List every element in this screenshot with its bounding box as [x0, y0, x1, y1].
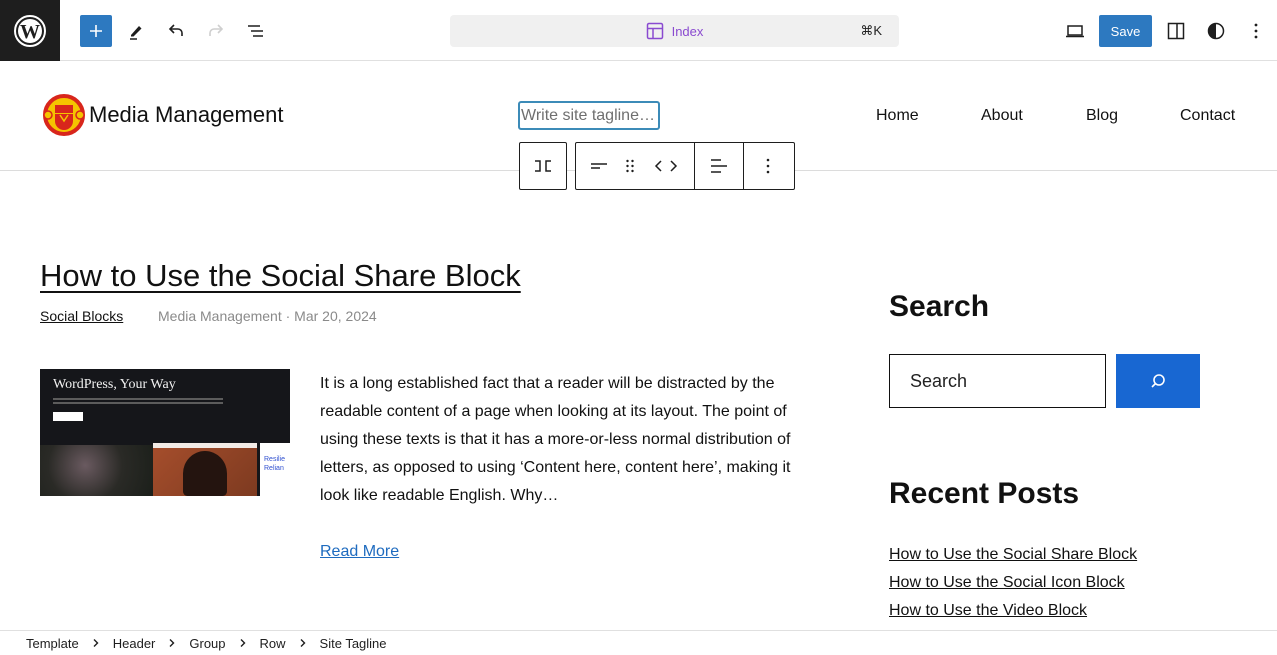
search-button[interactable]	[1116, 354, 1200, 408]
wordpress-logo-button[interactable]: W	[0, 0, 60, 61]
drag-handle-icon	[626, 159, 634, 173]
chevron-right-icon	[92, 638, 100, 648]
chevron-right-icon	[239, 638, 247, 648]
site-tagline-input[interactable]: Write site tagline…	[518, 101, 660, 130]
thumbnail-heading: WordPress, Your Way	[53, 377, 176, 392]
breadcrumb-header[interactable]: Header	[113, 636, 156, 651]
move-block-button[interactable]	[638, 143, 694, 189]
read-more-link[interactable]: Read More	[320, 543, 399, 561]
breadcrumb-site-tagline: Site Tagline	[319, 635, 387, 651]
search-icon	[1151, 374, 1165, 388]
post-featured-image[interactable]: WordPress, Your Way Resilie Relian	[40, 369, 290, 496]
redo-icon	[209, 24, 224, 36]
plus-icon	[90, 25, 102, 37]
post-category-link[interactable]: Social Blocks	[40, 308, 123, 324]
block-transform-toolbar	[519, 142, 567, 190]
recent-post-link[interactable]: How to Use the Video Block	[889, 602, 1087, 620]
post-excerpt: It is a long established fact that a rea…	[320, 375, 791, 504]
editor-top-bar: W Index ⌘K Save	[0, 0, 1277, 61]
nav-item-home[interactable]: Home	[876, 107, 919, 125]
options-menu-button[interactable]	[1240, 15, 1272, 47]
post-meta: Media Management · Mar 20, 2024	[158, 308, 377, 324]
nav-item-blog[interactable]: Blog	[1086, 107, 1118, 125]
nav-item-contact[interactable]: Contact	[1180, 107, 1235, 125]
block-breadcrumb: Template Header Group Row Site Tagline	[0, 630, 1277, 655]
settings-sidebar-button[interactable]	[1160, 15, 1192, 47]
pencil-icon	[130, 26, 142, 40]
search-heading: Search	[889, 290, 990, 323]
thumbnail-subtext	[53, 398, 223, 400]
add-block-button[interactable]	[80, 15, 112, 47]
block-toolbar	[575, 142, 795, 190]
chevron-right-icon	[299, 638, 307, 648]
thumbnail-portrait-image	[153, 443, 257, 496]
recent-posts-heading: Recent Posts	[889, 477, 1080, 510]
redo-button[interactable]	[200, 15, 232, 47]
sidebar-toggle-icon	[1167, 22, 1185, 40]
save-button[interactable]: Save	[1099, 15, 1152, 47]
align-left-icon	[591, 163, 607, 169]
search-input[interactable]	[889, 354, 1106, 408]
template-icon	[646, 22, 663, 40]
transform-block-button[interactable]	[520, 143, 566, 189]
edit-tools-button[interactable]	[120, 15, 152, 47]
list-view-button[interactable]	[240, 15, 272, 47]
transform-icon	[535, 160, 551, 172]
move-arrows-icon	[654, 160, 678, 172]
styles-button[interactable]	[1200, 15, 1232, 47]
site-logo[interactable]	[42, 93, 86, 137]
block-options-button[interactable]	[743, 143, 792, 189]
document-title: Index	[671, 23, 704, 39]
drag-handle[interactable]	[622, 143, 638, 189]
recent-post-link[interactable]: How to Use the Social Icon Block	[889, 574, 1125, 592]
desktop-preview-icon	[1066, 25, 1084, 38]
post-title-link[interactable]: How to Use the Social Share Block	[40, 258, 521, 294]
breadcrumb-template[interactable]: Template	[26, 636, 79, 651]
parent-block-button[interactable]	[576, 143, 622, 189]
command-palette-bar[interactable]: Index ⌘K	[450, 15, 899, 47]
wordpress-logo-icon: W	[14, 14, 46, 47]
more-vertical-icon	[1254, 23, 1258, 39]
thumbnail-button	[53, 412, 83, 421]
more-options-icon	[766, 158, 770, 174]
keyboard-shortcut: ⌘K	[860, 23, 882, 38]
text-align-button[interactable]	[694, 143, 743, 189]
thumbnail-flowers-image	[40, 445, 153, 496]
thumbnail-side-card: Resilie Relian	[260, 443, 290, 496]
nav-item-about[interactable]: About	[981, 107, 1023, 125]
breadcrumb-group[interactable]: Group	[189, 636, 225, 651]
chevron-right-icon	[168, 638, 176, 648]
breadcrumb-row[interactable]: Row	[260, 636, 286, 651]
styles-contrast-icon	[1207, 22, 1225, 40]
preview-device-button[interactable]	[1059, 15, 1091, 47]
svg-text:W: W	[20, 21, 40, 43]
undo-button[interactable]	[160, 15, 192, 47]
site-title[interactable]: Media Management	[89, 102, 283, 128]
club-crest-icon	[43, 94, 85, 136]
thumbnail-side-text: Resilie Relian	[264, 456, 286, 472]
recent-post-link[interactable]: How to Use the Social Share Block	[889, 546, 1137, 564]
text-align-icon	[711, 159, 727, 173]
undo-icon	[168, 24, 183, 36]
list-view-icon	[248, 25, 263, 37]
